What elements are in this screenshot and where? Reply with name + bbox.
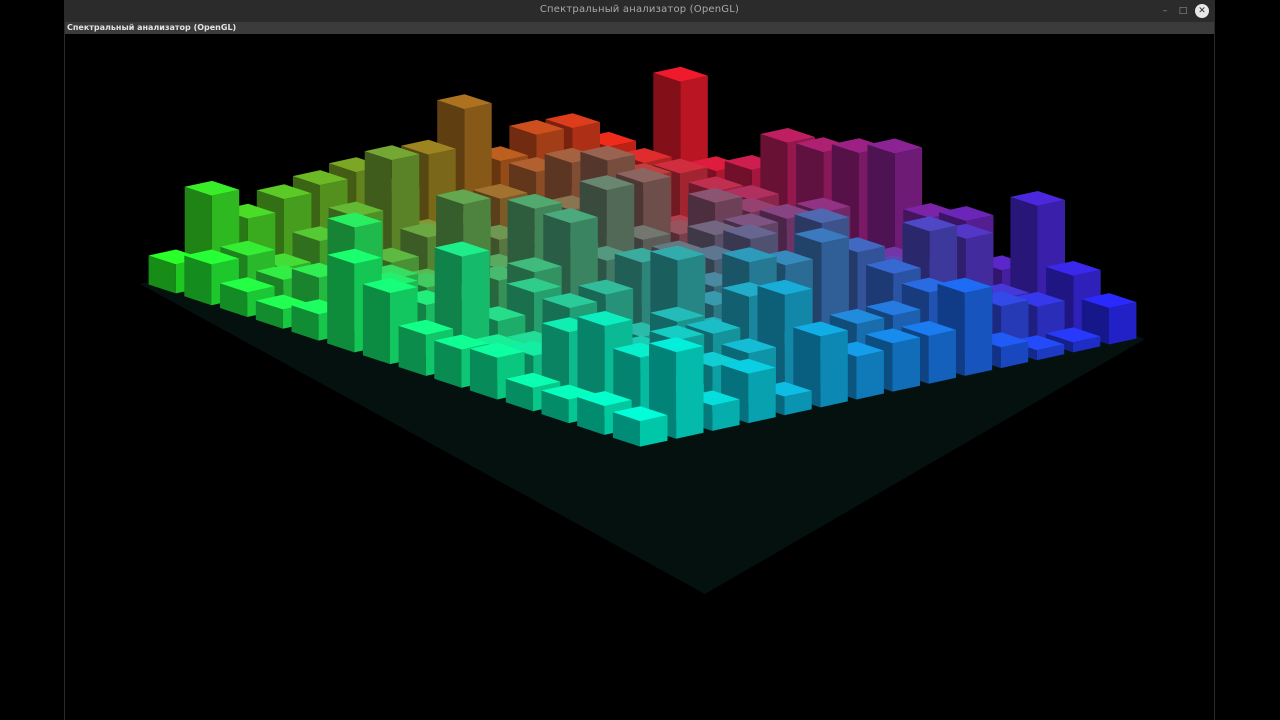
app-label-bar: Спектральный анализатор (OpenGL) [65,22,1214,34]
spectrum-3d-scene [140,66,1145,594]
maximize-button[interactable]: □ [1176,4,1190,18]
close-button[interactable]: ✕ [1195,4,1209,18]
app-label: Спектральный анализатор (OpenGL) [67,23,237,32]
opengl-viewport[interactable] [65,34,1214,720]
minimize-button[interactable]: – [1158,4,1172,18]
app-window: Спектральный анализатор (OpenGL) – □ ✕ С… [64,0,1215,720]
window-title: Спектральный анализатор (OpenGL) [539,4,740,15]
desktop-screen: Спектральный анализатор (OpenGL) – □ ✕ С… [0,0,1280,720]
window-titlebar[interactable]: Спектральный анализатор (OpenGL) – □ ✕ [65,0,1214,23]
